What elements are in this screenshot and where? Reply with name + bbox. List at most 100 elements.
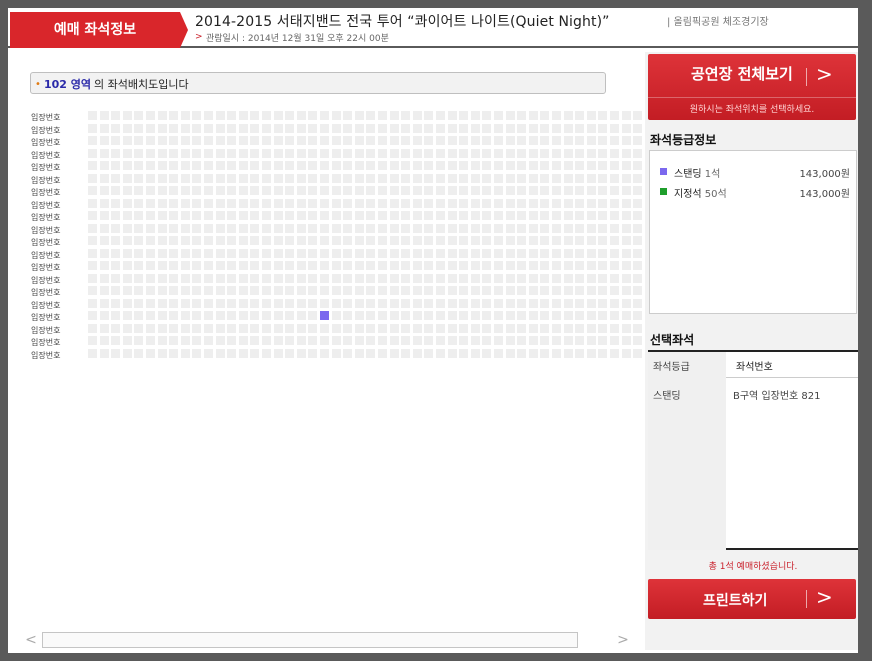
seat[interactable] [343,223,353,233]
seat[interactable] [146,123,155,133]
seat[interactable] [610,186,619,195]
seat[interactable] [122,161,132,170]
seat[interactable] [354,136,364,145]
seat[interactable] [308,323,318,333]
seat[interactable] [517,311,527,320]
seat[interactable] [343,123,353,133]
seat[interactable] [366,311,376,320]
seat[interactable] [586,111,596,120]
seat[interactable] [482,248,492,258]
seat[interactable] [238,348,248,358]
seat[interactable] [111,198,121,208]
seat[interactable] [494,336,503,345]
seat[interactable] [540,173,550,183]
seat[interactable] [157,236,167,245]
seat[interactable] [552,173,561,183]
seat[interactable] [389,286,399,295]
seat[interactable] [459,148,469,158]
seat[interactable] [528,223,538,233]
seat[interactable] [447,286,457,295]
seat[interactable] [633,286,643,295]
seat[interactable] [204,311,213,320]
seat[interactable] [122,273,132,283]
seat[interactable] [111,173,121,183]
seat[interactable] [320,123,329,133]
seat[interactable] [424,348,434,358]
seat[interactable] [470,323,480,333]
seat[interactable] [204,236,213,245]
seat[interactable] [285,173,295,183]
seat[interactable] [552,298,561,308]
seat[interactable] [88,286,97,295]
seat[interactable] [459,123,469,133]
seat[interactable] [412,211,422,220]
seat[interactable] [122,286,132,295]
seat[interactable] [227,348,237,358]
seat[interactable] [412,161,422,170]
seat[interactable] [320,173,329,183]
seat[interactable] [610,286,619,295]
seat[interactable] [389,273,399,283]
seat[interactable] [134,211,144,220]
seat[interactable] [540,348,550,358]
seat[interactable] [505,248,515,258]
seat[interactable] [273,211,283,220]
seat[interactable] [192,236,202,245]
seat[interactable] [99,123,109,133]
seat[interactable] [238,298,248,308]
seat[interactable] [331,348,341,358]
seat[interactable] [412,348,422,358]
seat[interactable] [99,223,109,233]
seat[interactable] [215,173,225,183]
seat[interactable] [563,198,573,208]
seat[interactable] [482,211,492,220]
seat[interactable] [262,311,271,320]
seat[interactable] [366,273,376,283]
seat[interactable] [389,261,399,270]
seat[interactable] [447,198,457,208]
seat[interactable] [204,111,213,120]
seat[interactable] [146,298,155,308]
seat[interactable] [621,186,631,195]
seat[interactable] [331,273,341,283]
seat[interactable] [575,348,585,358]
seat[interactable] [563,236,573,245]
seat[interactable] [262,298,271,308]
seat[interactable] [238,311,248,320]
seat[interactable] [99,236,109,245]
seat[interactable] [540,198,550,208]
seat[interactable] [366,323,376,333]
seat[interactable] [517,336,527,345]
seat[interactable] [134,261,144,270]
seat[interactable] [215,323,225,333]
seat[interactable] [146,148,155,158]
seat[interactable] [494,148,503,158]
seat[interactable] [192,273,202,283]
seat[interactable] [343,148,353,158]
seat[interactable] [111,211,121,220]
seat[interactable] [470,311,480,320]
seat[interactable] [563,348,573,358]
seat[interactable] [505,148,515,158]
seat[interactable] [331,223,341,233]
seat[interactable] [238,186,248,195]
seat[interactable] [238,211,248,220]
seat[interactable] [389,211,399,220]
seat[interactable] [482,236,492,245]
seat[interactable] [494,298,503,308]
seat[interactable] [169,336,179,345]
seat[interactable] [517,223,527,233]
seat[interactable] [552,111,561,120]
seat[interactable] [88,211,97,220]
seat[interactable] [354,323,364,333]
seat[interactable] [552,323,561,333]
seat[interactable] [633,173,643,183]
seat[interactable] [192,111,202,120]
seat[interactable] [470,298,480,308]
scroll-track[interactable] [42,632,578,648]
seat[interactable] [238,136,248,145]
seat[interactable] [157,248,167,258]
seat[interactable] [459,173,469,183]
seat[interactable] [528,336,538,345]
seat[interactable] [157,223,167,233]
